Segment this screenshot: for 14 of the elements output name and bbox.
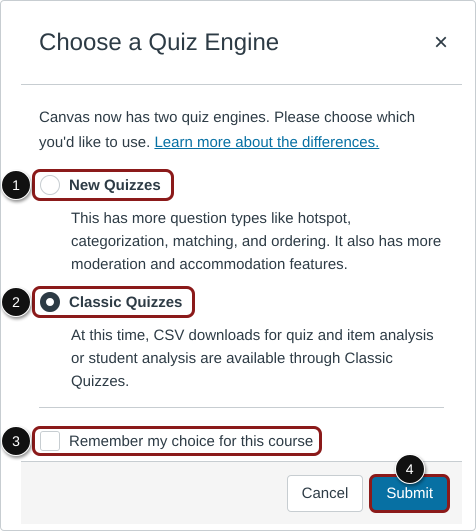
intro-text: Canvas now has two quiz engines. Please choose which you'd like to use. Learn more about the differences. — [39, 108, 416, 153]
submit-button[interactable]: Submit — [369, 474, 450, 512]
radio-button[interactable] — [40, 292, 60, 312]
learn-more-link[interactable]: Learn more about the differences. — [154, 134, 380, 151]
option-description: This has more question types like hotspot, categorization, matching, and ordering. It also has more moderation and accommodation features. — [71, 209, 442, 275]
callout-badge: 3 — [1, 426, 31, 456]
cancel-button[interactable]: Cancel — [286, 474, 364, 512]
callout-badge: 4 — [394, 454, 425, 484]
dialog-title: Choose a Quiz Engine — [39, 28, 280, 56]
checkbox[interactable] — [40, 431, 60, 451]
close-button[interactable]: × — [420, 28, 462, 56]
option-description: At this time, CSV downloads for quiz and item analysis or student analysis are available through Classic Quizzes. — [71, 326, 435, 392]
callout-badge: 1 — [1, 170, 31, 200]
callout-badge: 2 — [1, 287, 31, 317]
